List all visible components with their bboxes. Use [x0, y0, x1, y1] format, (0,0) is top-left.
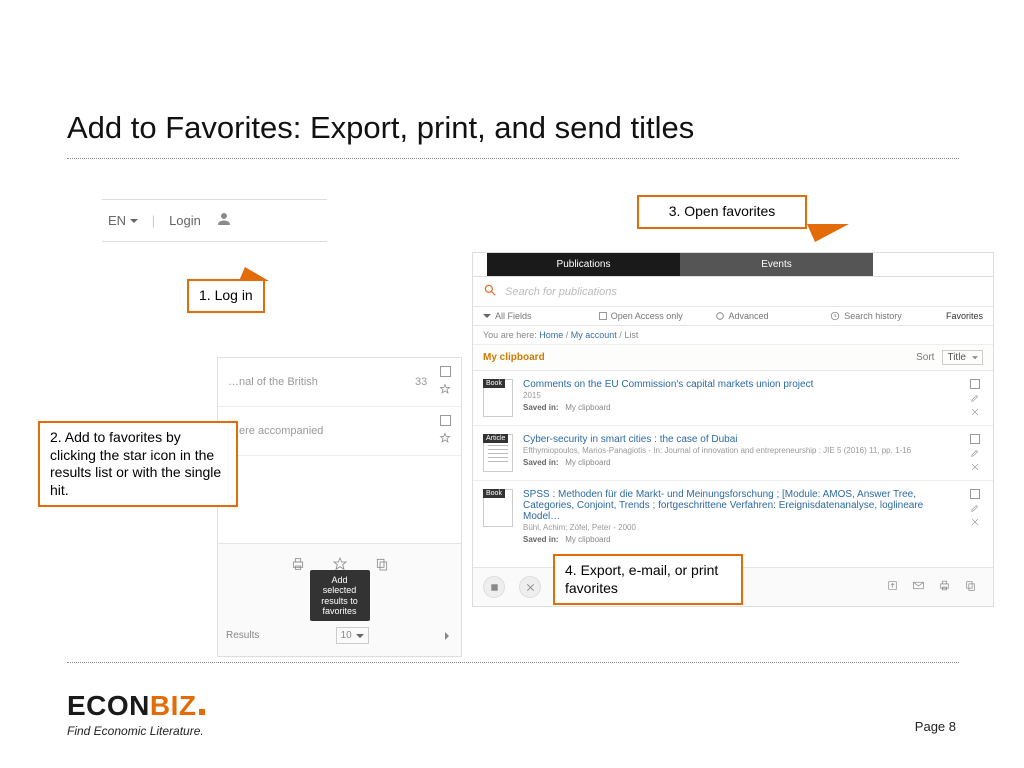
- tab-events[interactable]: Events: [680, 253, 873, 276]
- filter-open-access[interactable]: Open Access only: [599, 311, 715, 321]
- search-input[interactable]: Search for publications: [505, 286, 617, 298]
- edit-icon[interactable]: [970, 503, 980, 513]
- chevron-down-icon: [483, 314, 491, 322]
- per-page-select[interactable]: 10: [336, 627, 369, 644]
- logo: ECONBIZ Find Economic Literature.: [67, 690, 205, 738]
- checkbox: [599, 312, 607, 320]
- filter-allfields[interactable]: All Fields: [483, 311, 599, 321]
- callout-add-favorites: 2. Add to favorites by clicking the star…: [38, 421, 238, 507]
- slide-title: Add to Favorites: Export, print, and sen…: [67, 110, 959, 156]
- record-sub: Efthymiopoulos, Marios-Panagiotis - In: …: [523, 446, 957, 455]
- copy-icon[interactable]: [957, 579, 983, 595]
- page-number: Page 8: [915, 719, 956, 734]
- clipboard-title: My clipboard: [483, 352, 545, 363]
- deselect-button[interactable]: [519, 576, 541, 598]
- checkbox[interactable]: [970, 489, 980, 499]
- record-title[interactable]: Cyber-security in smart cities : the cas…: [523, 434, 957, 445]
- record-thumb: Book: [483, 489, 513, 527]
- record-row[interactable]: Book Comments on the EU Commission's cap…: [473, 371, 993, 426]
- logo-square-icon: [199, 709, 205, 715]
- sort-label: Sort: [916, 352, 934, 363]
- user-icon[interactable]: [215, 210, 233, 231]
- export-icon[interactable]: [879, 579, 905, 595]
- checkbox[interactable]: [440, 366, 451, 377]
- print-icon[interactable]: [290, 556, 306, 575]
- copy-icon[interactable]: [374, 556, 390, 575]
- login-link[interactable]: Login: [169, 213, 201, 228]
- search-icon[interactable]: [483, 283, 497, 300]
- filter-history[interactable]: Search history: [830, 311, 946, 321]
- record-thumb: Book: [483, 379, 513, 417]
- close-icon[interactable]: [970, 517, 980, 527]
- checkbox[interactable]: [970, 379, 980, 389]
- logo-text-b: BIZ: [150, 690, 197, 721]
- breadcrumb: You are here: Home / My account / List: [473, 326, 993, 345]
- star-icon[interactable]: [439, 383, 451, 398]
- lang-selector[interactable]: EN: [108, 213, 138, 228]
- record-sub: Bühl, Achim; Zöfel, Peter - 2000: [523, 523, 957, 532]
- filter-advanced[interactable]: Advanced: [715, 311, 831, 321]
- mail-icon[interactable]: [905, 579, 931, 595]
- chevron-down-icon: [356, 634, 364, 642]
- close-icon[interactable]: [970, 462, 980, 472]
- select-all-button[interactable]: [483, 576, 505, 598]
- type-badge: Book: [483, 379, 505, 388]
- results-toolbar: Add selected results to favorites Result…: [218, 543, 461, 656]
- close-icon[interactable]: [970, 407, 980, 417]
- record-thumb: Article: [483, 434, 513, 472]
- filter-favorites[interactable]: Favorites: [946, 311, 983, 321]
- logo-text-a: ECON: [67, 690, 150, 721]
- record-row[interactable]: Article Cyber-security in smart cities :…: [473, 426, 993, 481]
- type-badge: Book: [483, 489, 505, 498]
- result-count: 33: [415, 376, 439, 388]
- print-icon[interactable]: [931, 579, 957, 595]
- search-bar: Search for publications: [473, 277, 993, 307]
- record-title[interactable]: SPSS : Methoden für die Markt- und Meinu…: [523, 489, 957, 522]
- results-label: Results: [226, 630, 259, 641]
- result-row[interactable]: …nal of the British 33: [218, 358, 461, 407]
- callout-open-favorites: 3. Open favorites: [637, 195, 807, 229]
- edit-icon[interactable]: [970, 393, 980, 403]
- callout-export: 4. Export, e-mail, or print favorites: [553, 554, 743, 605]
- type-badge: Article: [483, 434, 508, 443]
- sort-select[interactable]: Title: [942, 350, 983, 365]
- divider-bottom: [67, 662, 959, 663]
- checkbox[interactable]: [440, 415, 451, 426]
- app-tabs: Publications Events: [473, 253, 993, 277]
- chevron-down-icon: [130, 219, 138, 227]
- next-page-icon[interactable]: [445, 632, 453, 640]
- tab-publications[interactable]: Publications: [487, 253, 680, 276]
- star-icon[interactable]: [439, 432, 451, 447]
- checkbox[interactable]: [970, 434, 980, 444]
- callout3-pointer: [807, 224, 849, 242]
- tooltip: Add selected results to favorites: [310, 570, 370, 621]
- results-panel: …nal of the British 33 …ere accompanied: [217, 357, 462, 657]
- breadcrumb-home[interactable]: Home: [539, 330, 563, 340]
- record-sub: 2015: [523, 391, 957, 400]
- result-row[interactable]: …ere accompanied: [218, 407, 461, 456]
- login-strip: EN | Login: [102, 199, 327, 242]
- record-title[interactable]: Comments on the EU Commission's capital …: [523, 379, 957, 390]
- breadcrumb-account[interactable]: My account: [571, 330, 617, 340]
- result-title: …ere accompanied: [228, 425, 415, 437]
- result-title: …nal of the British: [228, 376, 415, 388]
- record-row[interactable]: Book SPSS : Methoden für die Markt- und …: [473, 481, 993, 552]
- callout-log-in: 1. Log in: [187, 279, 265, 313]
- tagline: Find Economic Literature.: [67, 724, 205, 738]
- breadcrumb-current: List: [624, 330, 638, 340]
- edit-icon[interactable]: [970, 448, 980, 458]
- filter-bar: All Fields Open Access only Advanced Sea…: [473, 307, 993, 326]
